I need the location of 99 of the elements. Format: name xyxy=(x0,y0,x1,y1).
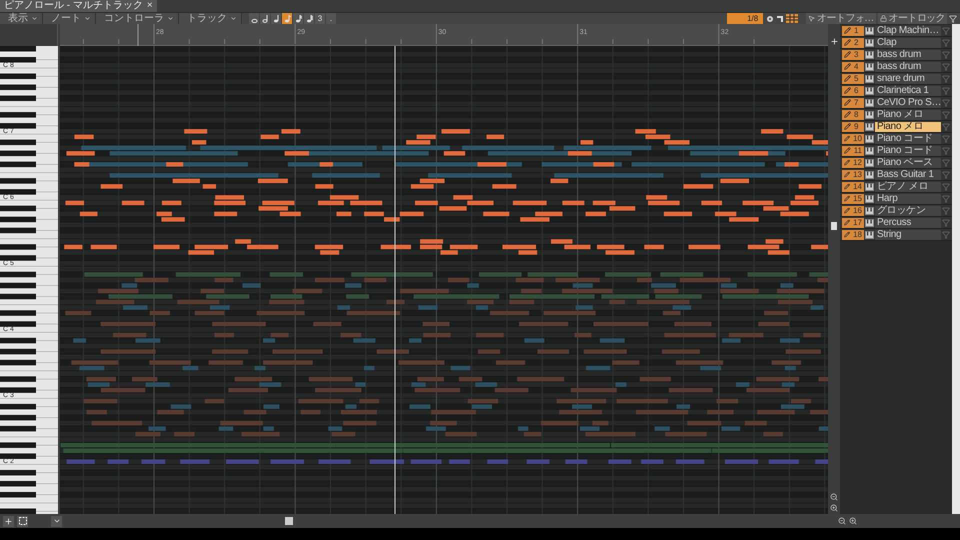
caret-icon xyxy=(167,15,174,22)
grid-icon[interactable] xyxy=(786,14,798,23)
zoom-out-icon[interactable] xyxy=(830,493,838,501)
track-edit-button[interactable]: 14 xyxy=(842,182,864,192)
zoom-out-icon[interactable] xyxy=(838,517,846,525)
caret-icon xyxy=(52,517,60,525)
piano-icon[interactable] xyxy=(865,122,874,130)
add-button[interactable] xyxy=(3,516,14,526)
menu-dropdown[interactable]: ノート xyxy=(43,13,96,24)
piano-icon[interactable] xyxy=(865,194,874,202)
track-edit-button[interactable]: 11 xyxy=(842,146,864,156)
note-length-button[interactable] xyxy=(260,13,270,24)
quarter-note-icon xyxy=(272,14,280,22)
track-edit-button[interactable]: 6 xyxy=(842,86,864,96)
track-name[interactable]: グロッケン xyxy=(875,206,941,216)
add-icon xyxy=(4,516,13,526)
track-name[interactable]: Piano コード xyxy=(875,146,941,156)
track-name[interactable]: bass drum xyxy=(875,50,941,60)
track-name[interactable]: Clarinetica 1 xyxy=(875,86,941,96)
caret-icon xyxy=(31,15,38,22)
menu-dropdown[interactable]: コントローラ xyxy=(96,13,179,24)
track-name[interactable]: CeVIO Pro S… xyxy=(875,98,941,108)
track-edit-button[interactable]: 8 xyxy=(842,110,864,120)
track-edit-button[interactable]: 2 xyxy=(842,38,864,48)
track-name[interactable]: Piano メロ xyxy=(875,110,941,120)
track-name[interactable]: bass drum xyxy=(875,62,941,72)
caret-icon xyxy=(84,15,91,22)
track-name[interactable]: Piano メロ xyxy=(875,122,941,132)
zoom-in-icon[interactable] xyxy=(849,517,857,525)
scroll-thumb[interactable] xyxy=(285,517,293,525)
selection-icon xyxy=(18,517,26,525)
piano-icon[interactable] xyxy=(865,182,874,190)
half-note-icon xyxy=(262,14,268,22)
piano-icon[interactable] xyxy=(865,62,874,70)
thirtysecond-note-icon xyxy=(306,14,312,22)
track-name[interactable]: Bass Guitar 1 xyxy=(875,170,941,180)
piano-icon[interactable] xyxy=(865,98,874,106)
track-name[interactable]: Harp xyxy=(875,194,941,204)
panel-scrollbar[interactable] xyxy=(952,24,960,514)
select-button[interactable] xyxy=(17,516,28,526)
track-edit-button[interactable]: 9 xyxy=(842,122,864,132)
sixteenth-note-icon xyxy=(294,14,302,22)
menu-dropdown[interactable]: 表示 xyxy=(0,13,43,24)
note-length-button[interactable]: 3 xyxy=(315,13,325,24)
quantize-field[interactable]: 1/8 xyxy=(727,13,764,24)
track-edit-button[interactable]: 15 xyxy=(842,194,864,204)
piano-icon[interactable] xyxy=(865,50,874,58)
piano-icon[interactable] xyxy=(865,170,874,178)
track-edit-button[interactable]: 13 xyxy=(842,170,864,180)
track-edit-button[interactable]: 10 xyxy=(842,134,864,144)
note-length-button[interactable] xyxy=(293,13,303,24)
piano-icon[interactable] xyxy=(865,86,874,94)
track-edit-button[interactable]: 4 xyxy=(842,62,864,72)
eighth-note-icon xyxy=(284,14,290,22)
auto-lock-button[interactable]: オートロック xyxy=(878,13,947,24)
piano-icon[interactable] xyxy=(865,38,874,46)
track-edit-button[interactable]: 18 xyxy=(842,230,864,240)
piano-icon[interactable] xyxy=(865,74,874,82)
piano-icon[interactable] xyxy=(865,206,874,214)
track-name[interactable]: Clap Machin… xyxy=(875,26,941,36)
menu-dropdown[interactable]: トラック xyxy=(179,13,242,24)
piano-icon[interactable] xyxy=(865,146,874,154)
note-length-button[interactable] xyxy=(304,13,314,24)
piano-icon[interactable] xyxy=(865,218,874,226)
cursor-icon xyxy=(808,15,816,22)
lock-icon xyxy=(880,15,887,22)
track-edit-button[interactable]: 3 xyxy=(842,50,864,60)
track-name[interactable]: ピアノ メロ xyxy=(875,182,941,192)
corner-icon[interactable] xyxy=(777,16,784,22)
track-edit-button[interactable]: 16 xyxy=(842,206,864,216)
scroll-thumb[interactable] xyxy=(831,222,837,230)
track-edit-button[interactable]: 12 xyxy=(842,158,864,168)
caret-icon xyxy=(230,15,237,22)
piano-icon[interactable] xyxy=(865,230,874,238)
track-name[interactable]: snare drum xyxy=(875,74,941,84)
note-length-button[interactable]: . xyxy=(326,13,336,24)
piano-icon[interactable] xyxy=(865,26,874,34)
note-grid-drawing[interactable] xyxy=(60,46,828,514)
zoom-in-icon[interactable] xyxy=(830,504,838,512)
tab-title: ピアノロール - マルチトラック xyxy=(4,0,143,12)
add-icon[interactable] xyxy=(830,37,838,46)
track-name[interactable]: Clap xyxy=(875,38,941,48)
track-name[interactable]: Piano ベース xyxy=(875,158,941,168)
piano-icon[interactable] xyxy=(865,110,874,118)
track-edit-button[interactable]: 17 xyxy=(842,218,864,228)
track-edit-button[interactable]: 1 xyxy=(842,26,864,36)
editor-tab[interactable]: ピアノロール - マルチトラック × xyxy=(0,0,157,12)
auto-follow-button[interactable]: オートフォ… xyxy=(806,13,876,24)
track-name[interactable]: Piano コード xyxy=(875,134,941,144)
piano-icon[interactable] xyxy=(865,158,874,166)
dropdown-button[interactable] xyxy=(51,516,62,526)
piano-icon[interactable] xyxy=(865,134,874,142)
track-edit-button[interactable]: 5 xyxy=(842,74,864,84)
note-length-button[interactable] xyxy=(249,13,259,24)
note-length-button[interactable] xyxy=(271,13,281,24)
close-tab-button[interactable]: × xyxy=(146,1,153,11)
track-name[interactable]: String xyxy=(875,230,941,240)
track-edit-button[interactable]: 7 xyxy=(842,98,864,108)
track-name[interactable]: Percuss xyxy=(875,218,941,228)
